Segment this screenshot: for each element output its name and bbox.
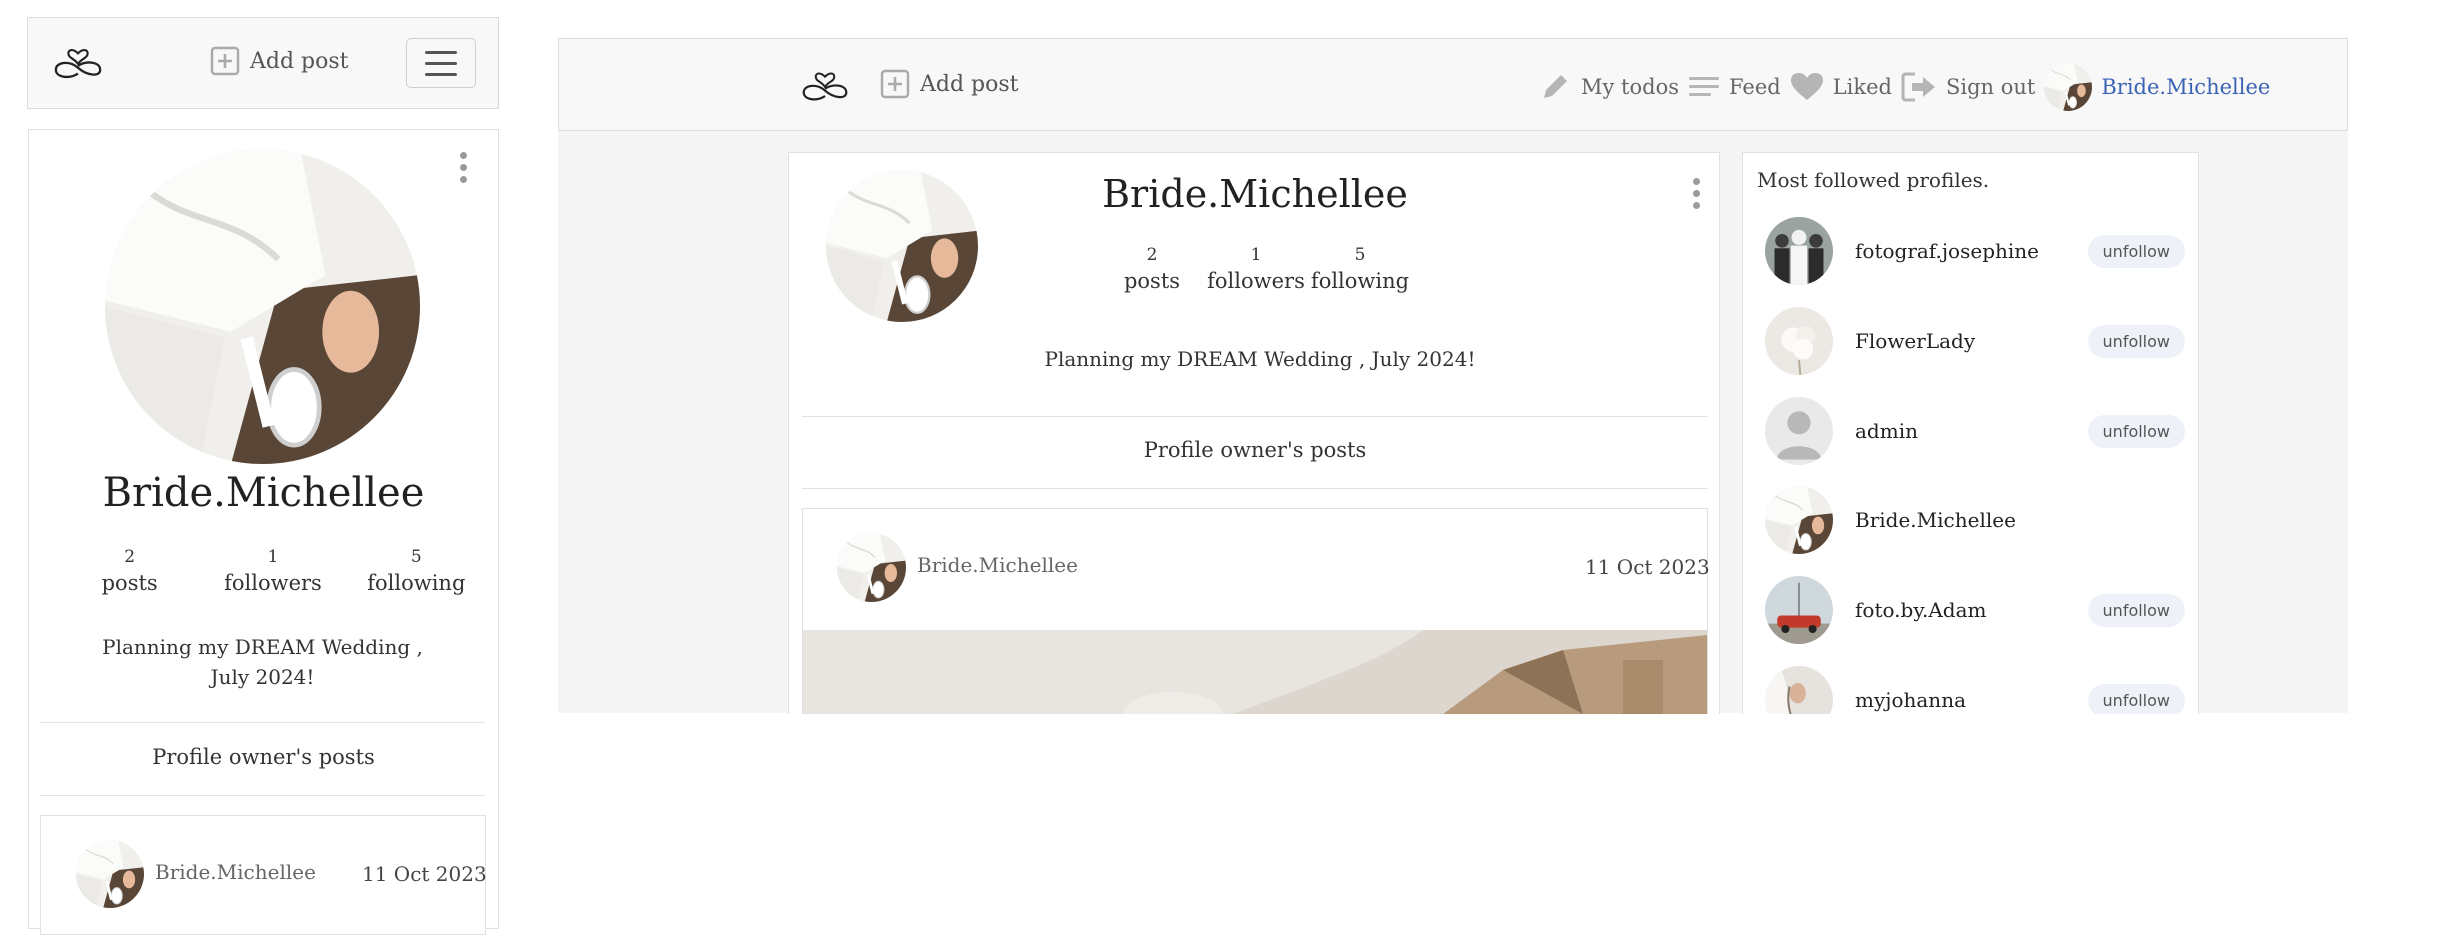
profile-item-avatar bbox=[1765, 307, 1833, 375]
stat-following: 5 following bbox=[1310, 245, 1410, 293]
logo-icon[interactable] bbox=[52, 44, 104, 84]
sign-out-icon bbox=[1901, 72, 1935, 102]
profile-item[interactable]: Bride.Michellee bbox=[1765, 485, 2185, 555]
pencil-icon bbox=[1544, 75, 1567, 98]
profile-username: Bride.Michellee bbox=[1102, 172, 1408, 216]
nav-sign-out[interactable]: Sign out bbox=[1901, 71, 2035, 103]
nav-my-todos[interactable]: My todos bbox=[1538, 70, 1679, 104]
profile-item[interactable]: foto.by.Adam unfollow bbox=[1765, 575, 2185, 645]
profile-item-name: admin bbox=[1855, 419, 1918, 443]
menu-icon bbox=[425, 50, 457, 54]
stat-following: 5 following bbox=[367, 547, 466, 595]
profile-username: Bride.Michellee bbox=[102, 470, 425, 516]
logo-icon[interactable] bbox=[800, 68, 850, 106]
profile-avatar bbox=[105, 149, 420, 464]
add-post-label: Add post bbox=[920, 71, 1019, 97]
profile-item-avatar bbox=[1765, 486, 1833, 554]
stat-posts: 2 posts bbox=[1123, 245, 1181, 293]
sidebar-title: Most followed profiles. bbox=[1757, 168, 1990, 192]
add-post-icon bbox=[880, 69, 910, 99]
post-date: 11 Oct 2023 bbox=[1585, 555, 1710, 579]
profile-item[interactable]: admin unfollow bbox=[1765, 396, 2185, 466]
hamburger-menu-button[interactable] bbox=[406, 38, 476, 88]
unfollow-button[interactable]: unfollow bbox=[2087, 234, 2185, 268]
user-avatar bbox=[2044, 63, 2092, 111]
profile-item-name: Bride.Michellee bbox=[1855, 508, 2016, 532]
post-author-name[interactable]: Bride.Michellee bbox=[917, 553, 1078, 577]
stat-followers: 1 followers bbox=[1207, 245, 1305, 293]
post-author-avatar[interactable] bbox=[76, 840, 144, 908]
profile-stats: 2 posts 1 followers 5 following bbox=[58, 545, 488, 597]
profile-avatar bbox=[826, 170, 978, 322]
list-icon bbox=[1689, 77, 1719, 96]
post-author-avatar[interactable] bbox=[837, 533, 906, 602]
nav-feed[interactable]: Feed bbox=[1688, 73, 1781, 101]
stat-followers: 1 followers bbox=[224, 547, 322, 595]
profile-item[interactable]: FlowerLady unfollow bbox=[1765, 306, 2185, 376]
profile-bio: Planning my DREAM Wedding , July 2024! bbox=[102, 635, 423, 689]
unfollow-button[interactable]: unfollow bbox=[2087, 414, 2185, 448]
post-date: 11 Oct 2023 bbox=[362, 862, 487, 886]
profile-item-name: FlowerLady bbox=[1855, 329, 1976, 353]
profile-item[interactable]: fotograf.josephine unfollow bbox=[1765, 216, 2185, 286]
screenshot-crop-area bbox=[558, 714, 2348, 892]
post-image[interactable] bbox=[803, 630, 1707, 714]
divider bbox=[802, 488, 1708, 489]
profile-item-name: fotograf.josephine bbox=[1855, 239, 2039, 263]
add-post-icon bbox=[210, 46, 240, 76]
post-author-name[interactable]: Bride.Michellee bbox=[155, 860, 316, 884]
desktop-add-post-link[interactable]: Add post bbox=[880, 69, 1019, 99]
mobile-add-post-link[interactable]: Add post bbox=[210, 46, 349, 76]
profile-item-avatar bbox=[1765, 217, 1833, 285]
add-post-label: Add post bbox=[250, 48, 349, 74]
nav-username: Bride.Michellee bbox=[2101, 75, 2271, 99]
unfollow-button[interactable]: unfollow bbox=[2087, 324, 2185, 358]
more-options-icon[interactable] bbox=[1693, 178, 1700, 209]
profile-item-name: foto.by.Adam bbox=[1855, 598, 1987, 622]
profile-item-avatar bbox=[1765, 397, 1833, 465]
profile-stats: 2 posts 1 followers 5 following bbox=[1100, 243, 1412, 295]
unfollow-button[interactable]: unfollow bbox=[2087, 593, 2185, 627]
stat-posts: 2 posts bbox=[101, 547, 158, 595]
nav-user-profile[interactable]: Bride.Michellee bbox=[2044, 63, 2270, 111]
divider bbox=[40, 722, 485, 723]
nav-liked[interactable]: Liked bbox=[1790, 72, 1892, 102]
profile-bio: Planning my DREAM Wedding , July 2024! bbox=[1044, 347, 1476, 371]
profile-item-name: myjohanna bbox=[1855, 688, 1966, 712]
nav-links: My todos Feed Liked Sign out Bride.Miche… bbox=[1538, 63, 2270, 111]
posts-section-heading: Profile owner's posts bbox=[1143, 438, 1367, 462]
profile-item-avatar bbox=[1765, 576, 1833, 644]
unfollow-button[interactable]: unfollow bbox=[2087, 683, 2185, 717]
more-options-icon[interactable] bbox=[460, 152, 467, 183]
divider bbox=[802, 416, 1708, 417]
heart-icon bbox=[1790, 73, 1823, 100]
divider bbox=[40, 795, 485, 796]
posts-section-heading: Profile owner's posts bbox=[152, 745, 375, 769]
